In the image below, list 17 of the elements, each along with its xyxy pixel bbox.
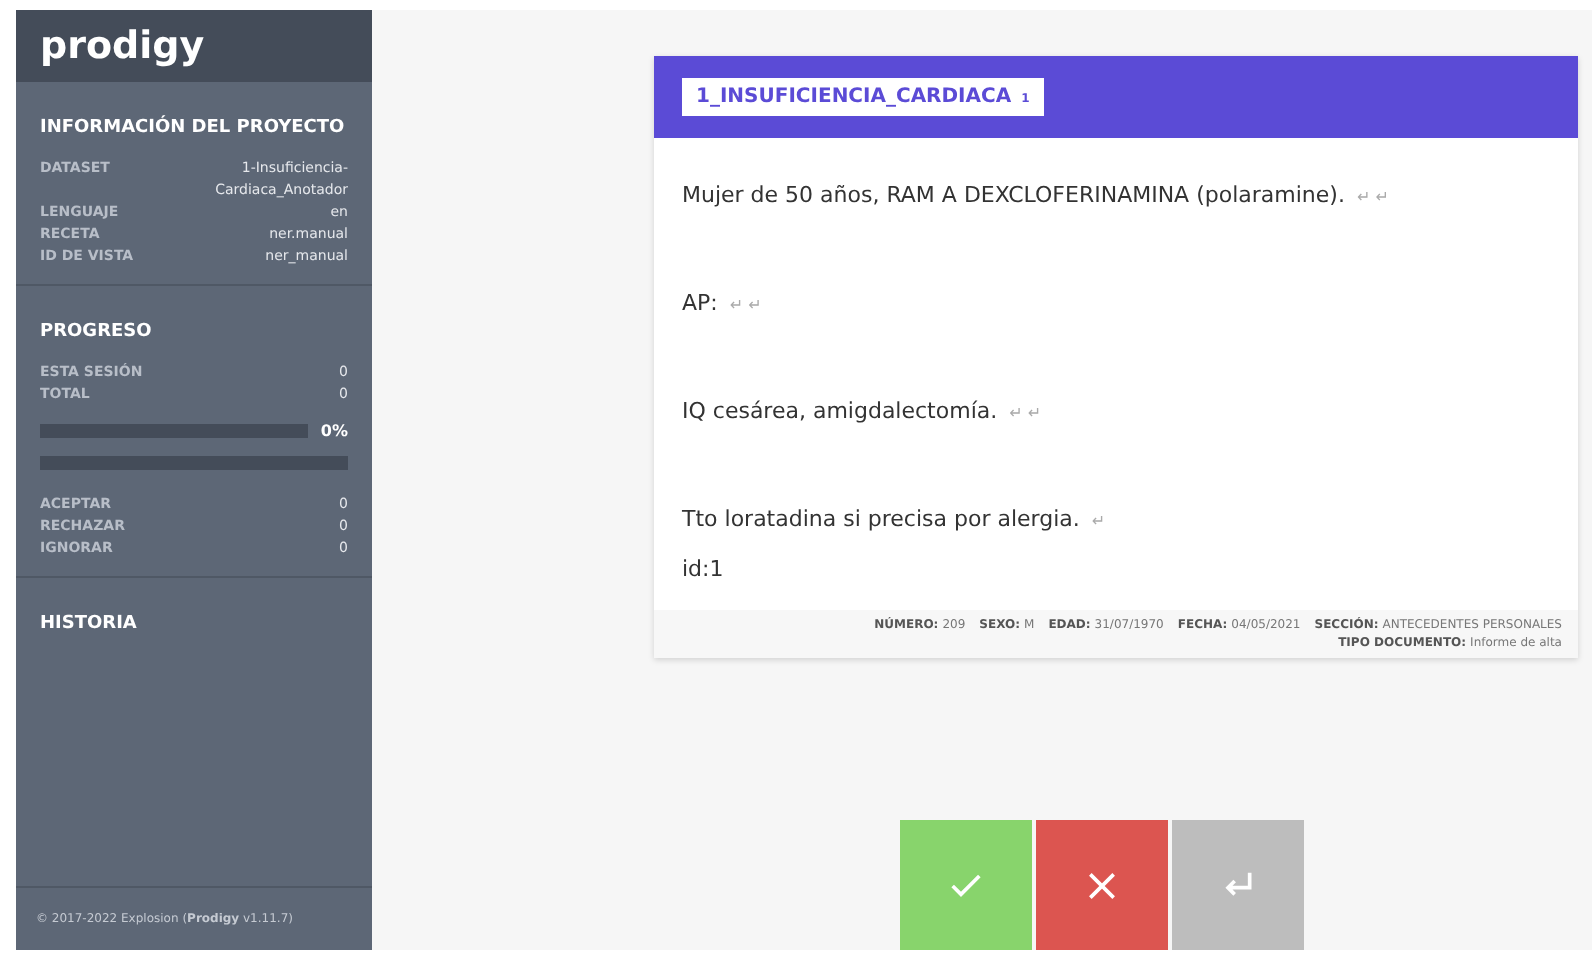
text-line: AP: [682, 290, 718, 316]
record-id: id:1 [682, 556, 726, 582]
section-title: HISTORIA [40, 614, 139, 634]
newline-marker: ↵ [1091, 512, 1106, 530]
section-title: INFORMACIÓN DEL PROYECTO [40, 118, 347, 138]
ignore-button[interactable] [1172, 820, 1304, 950]
text-line: IQ cesárea, amigdalectomía. [682, 398, 998, 424]
section-title: PROGRESO [40, 322, 154, 342]
newline-marker: ↵ ↵ [1009, 404, 1042, 422]
reject-button[interactable] [1036, 820, 1168, 950]
text-line: Tto loratadina si precisa por alergia. [682, 506, 1080, 532]
logo: prodigy [16, 10, 372, 82]
text-line: Mujer de 50 años, RAM A DEXCLOFERINAMINA (polaramine). [682, 182, 1345, 208]
accept-button[interactable] [900, 820, 1032, 950]
progress-reading: 0% [320, 422, 348, 440]
newline-marker: ↵ ↵ [729, 296, 762, 314]
newline-marker: ↵ ↵ [1356, 188, 1389, 206]
